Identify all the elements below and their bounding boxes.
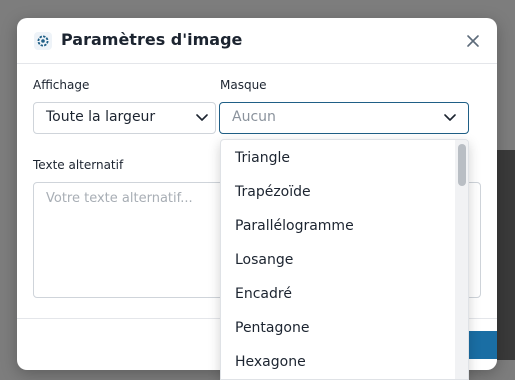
mask-label: Masque (220, 78, 267, 92)
dropdown-scrollbar[interactable] (455, 140, 468, 379)
chevron-down-icon (196, 114, 208, 121)
mask-option-parallelogram[interactable]: Parallélogramme (235, 218, 354, 234)
display-select-value: Toute la largeur (46, 109, 156, 125)
chevron-down-icon (444, 114, 456, 121)
mask-option-triangle[interactable]: Triangle (235, 150, 290, 166)
gear-icon (34, 32, 52, 50)
display-select[interactable]: Toute la largeur (33, 102, 216, 134)
mask-option-pentagon[interactable]: Pentagone (235, 320, 309, 336)
mask-select[interactable]: Aucun (219, 102, 469, 134)
alt-text-label: Texte alternatif (33, 158, 124, 172)
mask-option-trapezoid[interactable]: Trapézoïde (235, 184, 311, 200)
scrollbar-thumb[interactable] (458, 144, 466, 186)
mask-option-frame[interactable]: Encadré (235, 286, 292, 302)
display-label: Affichage (33, 78, 90, 92)
mask-dropdown-list[interactable]: Triangle Trapézoïde Parallélogramme Losa… (220, 139, 469, 380)
close-icon[interactable] (464, 32, 482, 50)
mask-option-hexagon[interactable]: Hexagone (235, 354, 306, 370)
dialog-title: Paramètres d'image (61, 30, 243, 49)
alt-text-placeholder: Votre texte alternatif... (46, 191, 193, 206)
mask-option-rhombus[interactable]: Losange (235, 252, 293, 268)
mask-select-placeholder: Aucun (232, 109, 276, 125)
dialog-header: Paramètres d'image (17, 18, 497, 64)
